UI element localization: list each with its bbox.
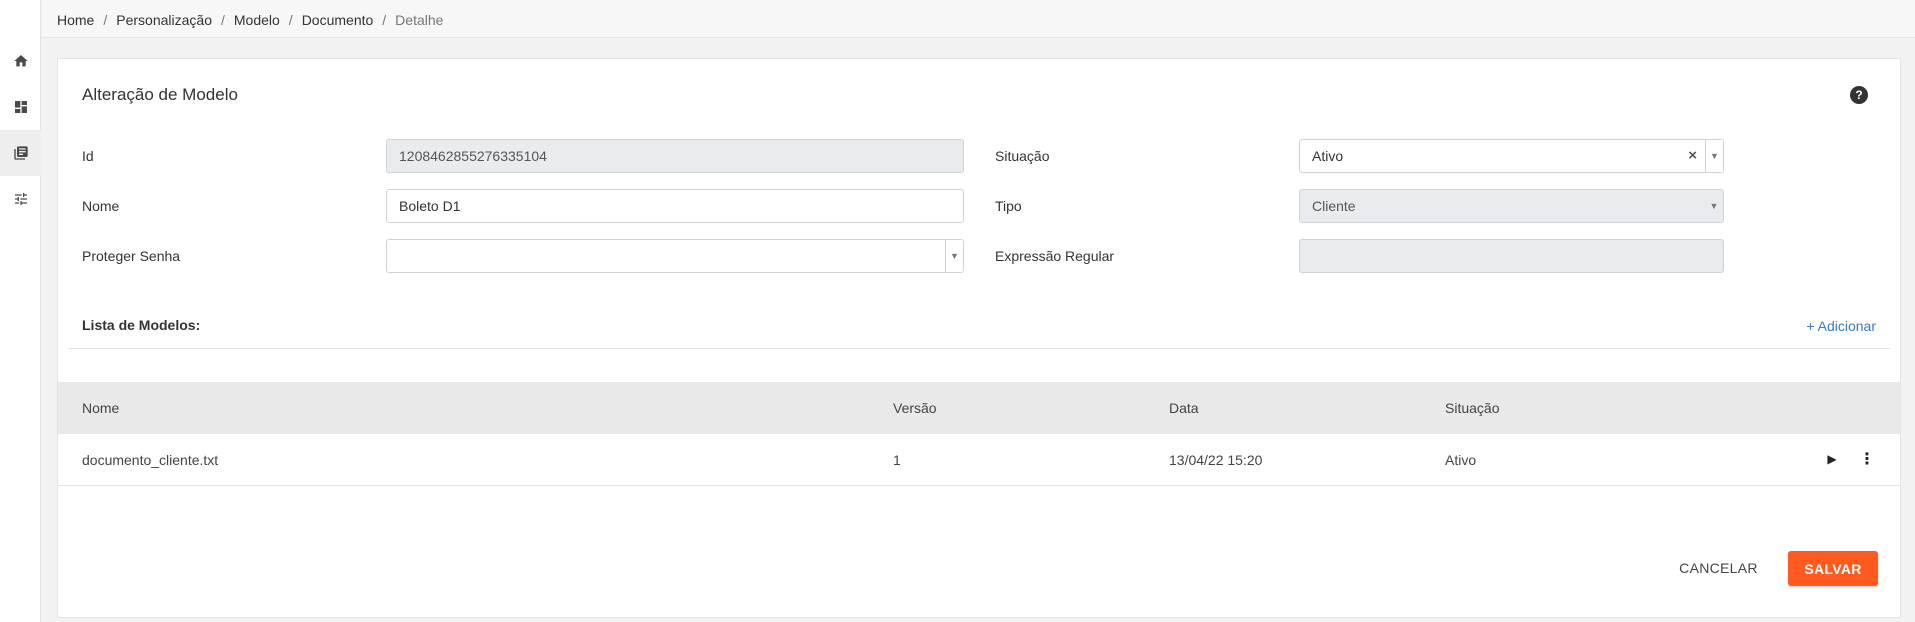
tipo-label: Tipo (995, 198, 1022, 214)
nome-input[interactable] (386, 189, 964, 223)
chevron-down-icon[interactable]: ▼ (945, 240, 963, 272)
breadcrumb-home[interactable]: Home (57, 12, 94, 28)
chevron-down-icon[interactable]: ▼ (1705, 140, 1723, 172)
save-button[interactable]: SALVAR (1788, 551, 1878, 586)
nome-label: Nome (82, 198, 120, 214)
top-bar: Home / Personalização / Modelo / Documen… (42, 0, 1915, 38)
sidebar (0, 0, 41, 622)
list-title: Lista de Modelos: (82, 317, 201, 333)
sidebar-item-library[interactable] (0, 130, 41, 176)
home-icon (13, 55, 28, 67)
breadcrumb-separator: / (220, 12, 225, 28)
breadcrumb-separator: / (288, 12, 293, 28)
expressao-regular-field (1299, 239, 1724, 273)
tune-icon (14, 193, 27, 205)
tipo-select: Cliente ▼ (1299, 189, 1724, 223)
situacao-label: Situação (995, 148, 1050, 164)
column-header-versao[interactable]: Versão (893, 400, 937, 416)
column-header-situacao[interactable]: Situação (1445, 400, 1499, 416)
table-header: Nome Versão Data Situação (58, 382, 1900, 434)
situacao-select[interactable]: Ativo × ▼ (1299, 139, 1724, 173)
table-row[interactable]: documento_cliente.txt 1 13/04/22 15:20 A… (58, 434, 1900, 486)
clear-icon[interactable]: × (1688, 140, 1697, 172)
cell-situacao: Ativo (1445, 452, 1477, 468)
id-label: Id (82, 148, 94, 164)
column-header-nome[interactable]: Nome (82, 400, 119, 416)
help-icon[interactable]: ? (1850, 86, 1868, 104)
sidebar-item-home[interactable] (0, 38, 41, 84)
library-icon (13, 146, 28, 160)
tipo-value: Cliente (1312, 198, 1356, 214)
breadcrumb-separator: / (382, 12, 387, 28)
breadcrumb: Home / Personalização / Modelo / Documen… (57, 12, 443, 28)
proteger-senha-label: Proteger Senha (82, 248, 181, 264)
proteger-senha-select[interactable]: ▼ (386, 239, 964, 273)
cell-nome: documento_cliente.txt (82, 452, 219, 468)
cell-data: 13/04/22 15:20 (1169, 452, 1263, 468)
add-model-link[interactable]: + Adicionar (1806, 318, 1876, 334)
breadcrumb-personalizacao[interactable]: Personalização (116, 12, 212, 28)
cancel-button[interactable]: CANCELAR (1676, 551, 1761, 585)
breadcrumb-modelo[interactable]: Modelo (234, 12, 280, 28)
divider (68, 348, 1890, 349)
sidebar-item-settings[interactable] (0, 176, 41, 222)
column-header-data[interactable]: Data (1169, 400, 1199, 416)
chevron-down-icon: ▼ (1709, 201, 1719, 211)
dashboard-icon (14, 101, 27, 113)
sidebar-item-dashboard[interactable] (0, 84, 41, 130)
id-field: 1208462855276335104 (386, 139, 964, 173)
model-form-card: Alteração de Modelo ? Id 120846285527633… (57, 58, 1901, 618)
breadcrumb-documento[interactable]: Documento (302, 12, 374, 28)
cell-versao: 1 (893, 452, 901, 468)
more-vertical-icon[interactable]: ⋮ (1856, 448, 1878, 470)
page-title: Alteração de Modelo (82, 85, 238, 104)
play-icon[interactable]: ▶ (1821, 448, 1843, 470)
expressao-regular-label: Expressão Regular (995, 248, 1115, 264)
situacao-value: Ativo (1312, 148, 1344, 164)
breadcrumb-current: Detalhe (395, 12, 444, 28)
breadcrumb-separator: / (103, 12, 108, 28)
